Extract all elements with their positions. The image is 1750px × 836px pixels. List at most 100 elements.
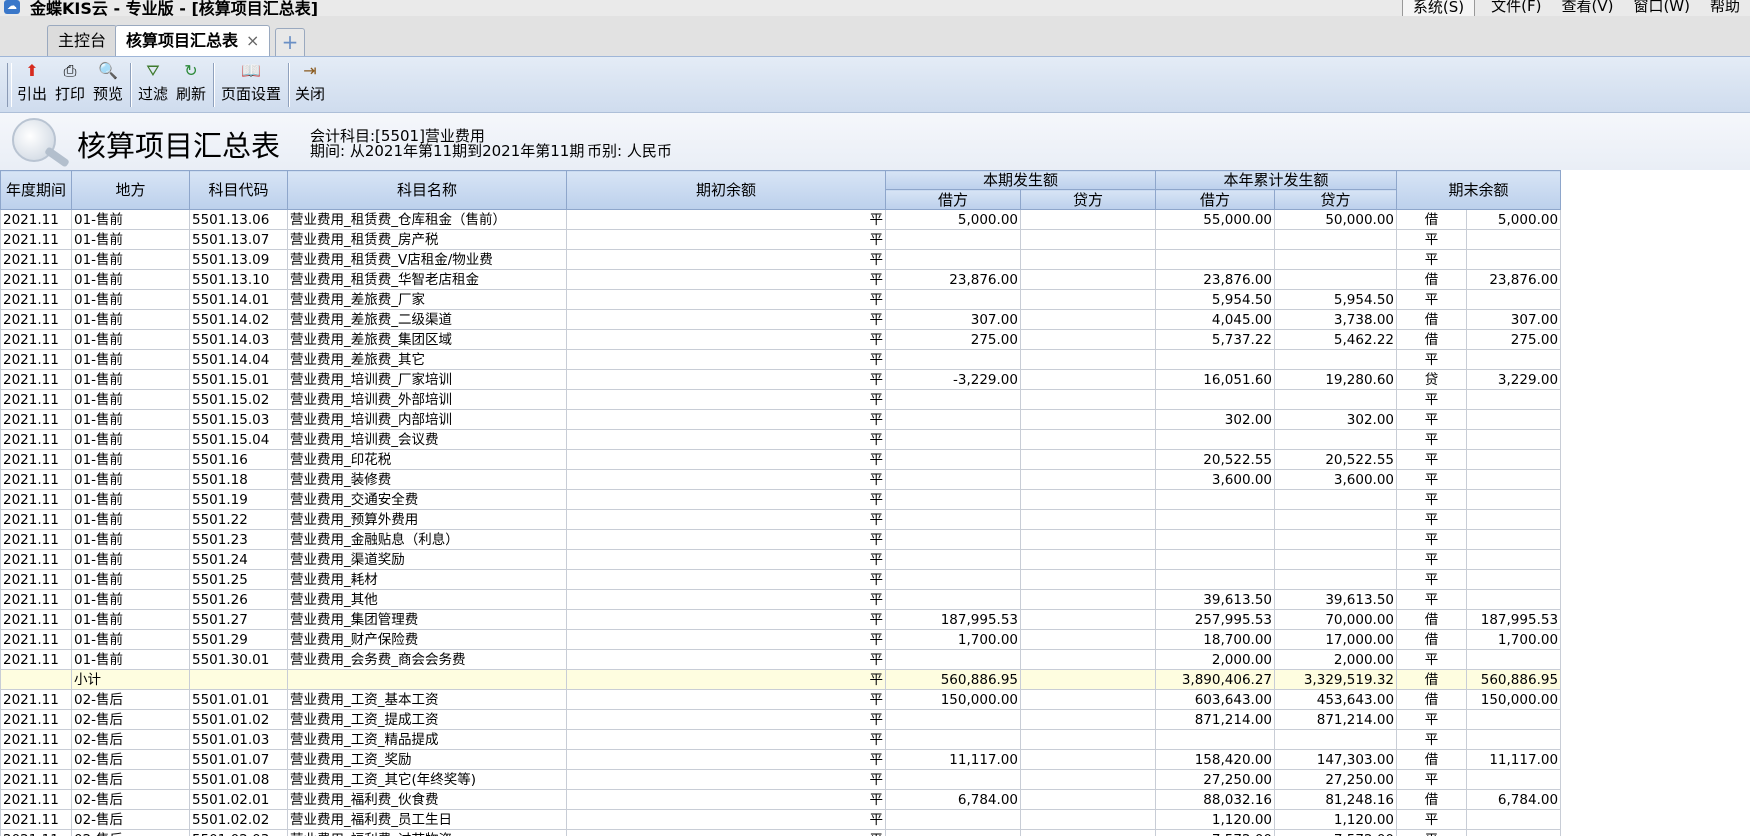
table-row[interactable]: 2021.11 02-售后 5501.01.08 营业费用_工资_其它(年终奖等) 平 2…: [0, 769, 1562, 790]
cell-ytd-debit: 20,522.55: [1155, 449, 1276, 470]
cell-current-debit: [885, 229, 1021, 250]
toolbar-grip[interactable]: [7, 63, 12, 107]
cell-closing-amount: 307.00: [1466, 309, 1562, 330]
menu-help[interactable]: 帮助: [1700, 0, 1750, 16]
table-row[interactable]: 2021.11 02-售后 5501.01.03 营业费用_工资_精品提成平平: [0, 729, 1562, 750]
cell-code: 5501.13.07: [189, 229, 288, 250]
close-button[interactable]: ⇥ 关闭: [292, 59, 328, 109]
cell-ytd-credit: [1274, 529, 1398, 550]
cell-closing-direction: 借: [1396, 689, 1468, 710]
cell-closing-amount: [1466, 469, 1562, 490]
refresh-icon: ↻: [184, 61, 198, 80]
cell-current-credit: [1019, 429, 1157, 450]
table-row[interactable]: 2021.11 01-售前 5501.15.04 营业费用_培训费_会议费平平: [0, 429, 1562, 450]
table-row[interactable]: 2021.11 01-售前 5501.23 营业费用_金融贴息（利息）平平: [0, 529, 1562, 550]
cell-current-credit: [1019, 329, 1157, 350]
menu-window[interactable]: 窗口(W): [1623, 0, 1700, 16]
subtotal-row[interactable]: 小计平 560,886.95 3,890,406.27 3,329,519.32 借 56…: [0, 669, 1562, 690]
preview-button[interactable]: 🔍 预览: [90, 59, 126, 109]
page-setup-button[interactable]: 📖 页面设置: [218, 59, 284, 109]
table-row[interactable]: 2021.11 01-售前 5501.14.02 营业费用_差旅费_二级渠道平 307.…: [0, 309, 1562, 330]
refresh-button[interactable]: ↻ 刷新: [173, 59, 209, 109]
col-header-ytd-debit[interactable]: 借方: [1155, 189, 1276, 210]
cell-opening-direction: 平: [566, 329, 886, 350]
table-row[interactable]: 2021.11 01-售前 5501.14.04 营业费用_差旅费_其它平平: [0, 349, 1562, 370]
cell-name: 营业费用_福利费_过节物资: [287, 829, 567, 836]
cell-code: 5501.27: [189, 609, 288, 630]
cell-current-debit: [885, 469, 1021, 490]
cell-closing-direction: 借: [1396, 609, 1468, 630]
col-header-code[interactable]: 科目代码: [189, 170, 288, 210]
table-row[interactable]: 2021.11 01-售前 5501.14.03 营业费用_差旅费_集团区域平 275.…: [0, 329, 1562, 350]
col-header-closing[interactable]: 期末余额: [1396, 170, 1562, 210]
col-header-opening[interactable]: 期初余额: [566, 170, 886, 210]
tab-summary-report[interactable]: 核算项目汇总表 ×: [115, 25, 271, 56]
cell-period: 2021.11: [0, 429, 72, 450]
table-row[interactable]: 2021.11 01-售前 5501.15.02 营业费用_培训费_外部培训平平: [0, 389, 1562, 410]
cell-period: 2021.11: [0, 389, 72, 410]
cell-closing-direction: 平: [1396, 549, 1468, 570]
table-row[interactable]: 2021.11 02-售后 5501.02.01 营业费用_福利费_伙食费平 6,784…: [0, 789, 1562, 810]
print-button[interactable]: ⎙ 打印: [52, 59, 88, 109]
col-header-period[interactable]: 年度期间: [0, 170, 72, 210]
cell-closing-amount: 5,000.00: [1466, 209, 1562, 230]
col-header-ytd-credit[interactable]: 贷方: [1274, 189, 1398, 210]
col-header-region[interactable]: 地方: [71, 170, 190, 210]
table-row[interactable]: 2021.11 01-售前 5501.18 营业费用_装修费平 3,600.00 3,60…: [0, 469, 1562, 490]
table-row[interactable]: 2021.11 02-售后 5501.01.01 营业费用_工资_基本工资平 150,0…: [0, 689, 1562, 710]
table-row[interactable]: 2021.11 02-售后 5501.02.02 营业费用_福利费_员工生日平 1,12…: [0, 809, 1562, 830]
table-row[interactable]: 2021.11 01-售前 5501.26 营业费用_其他平 39,613.50 39,6…: [0, 589, 1562, 610]
cell-closing-direction: 平: [1396, 709, 1468, 730]
col-header-name[interactable]: 科目名称: [287, 170, 567, 210]
report-grid[interactable]: 年度期间 地方 科目代码 科目名称 期初余额 本期发生额 本年累计发生额 期末余…: [0, 170, 1750, 836]
cell-current-debit: [885, 449, 1021, 470]
cell-name: 营业费用_差旅费_其它: [287, 349, 567, 370]
filter-button[interactable]: ⛛ 过滤: [135, 59, 171, 109]
table-row[interactable]: 2021.11 01-售前 5501.22 营业费用_预算外费用平平: [0, 509, 1562, 530]
table-row[interactable]: 2021.11 01-售前 5501.27 营业费用_集团管理费平 187,995.53…: [0, 609, 1562, 630]
table-row[interactable]: 2021.11 01-售前 5501.25 营业费用_耗材平平: [0, 569, 1562, 590]
table-row[interactable]: 2021.11 01-售前 5501.29 营业费用_财产保险费平 1,700.00 18…: [0, 629, 1562, 650]
table-row[interactable]: 2021.11 01-售前 5501.13.07 营业费用_租赁费_房产税平平: [0, 229, 1562, 250]
table-row[interactable]: 2021.11 01-售前 5501.30.01 营业费用_会务费_商会会务费平 2,0…: [0, 649, 1562, 670]
table-row[interactable]: 2021.11 02-售后 5501.01.02 营业费用_工资_提成工资平 871,2…: [0, 709, 1562, 730]
cell-current-debit: [885, 829, 1021, 836]
col-header-current-debit[interactable]: 借方: [885, 189, 1021, 210]
table-row[interactable]: 2021.11 01-售前 5501.15.01 营业费用_培训费_厂家培训平 -3,2…: [0, 369, 1562, 390]
cell-code: 5501.02.03: [189, 829, 288, 836]
table-row[interactable]: 2021.11 01-售前 5501.13.06 营业费用_租赁费_仓库租金（售前）平…: [0, 209, 1562, 230]
table-row[interactable]: 2021.11 01-售前 5501.19 营业费用_交通安全费平平: [0, 489, 1562, 510]
table-row[interactable]: 2021.11 01-售前 5501.13.10 营业费用_租赁费_华智老店租金平 23…: [0, 269, 1562, 290]
table-row[interactable]: 2021.11 01-售前 5501.15.03 营业费用_培训费_内部培训平 302.…: [0, 409, 1562, 430]
col-header-current[interactable]: 本期发生额: [884, 170, 1157, 190]
tab-main-console[interactable]: 主控台: [47, 25, 118, 56]
table-row[interactable]: 2021.11 01-售前 5501.13.09 营业费用_租赁费_V店租金/物业费平…: [0, 249, 1562, 270]
cell-opening-direction: 平: [566, 269, 886, 290]
table-body: 2021.11 01-售前 5501.13.06 营业费用_租赁费_仓库租金（售前）平…: [0, 209, 1562, 836]
cell-period: 2021.11: [0, 329, 72, 350]
table-row[interactable]: 2021.11 02-售后 5501.01.07 营业费用_工资_奖励平 11,117.…: [0, 749, 1562, 770]
export-button[interactable]: ⬆ 引出: [14, 59, 50, 109]
cell-period: 2021.11: [0, 529, 72, 550]
cell-ytd-credit: [1274, 349, 1398, 370]
cell-current-credit: [1019, 269, 1157, 290]
menu-view[interactable]: 查看(V): [1551, 0, 1623, 16]
table-row[interactable]: 2021.11 01-售前 5501.14.01 营业费用_差旅费_厂家平 5,954.…: [0, 289, 1562, 310]
cell-region: 01-售前: [71, 329, 190, 350]
cell-ytd-debit: 5,954.50: [1155, 289, 1276, 310]
table-row[interactable]: 2021.11 01-售前 5501.24 营业费用_渠道奖励平平: [0, 549, 1562, 570]
table-row[interactable]: 2021.1102-售后5501.02.03营业费用_福利费_过节物资平7,57…: [0, 829, 1562, 836]
menu-system[interactable]: 系统(S): [1401, 0, 1476, 16]
cell-code: 5501.19: [189, 489, 288, 510]
col-header-ytd[interactable]: 本年累计发生额: [1155, 170, 1398, 190]
cell-closing-amount: [1466, 709, 1562, 730]
col-header-current-credit[interactable]: 贷方: [1019, 189, 1157, 210]
cell-ytd-debit: 1,120.00: [1155, 809, 1276, 830]
cell-ytd-debit: 257,995.53: [1155, 609, 1276, 630]
cell-current-debit: [885, 249, 1021, 270]
close-tab-icon[interactable]: ×: [246, 31, 259, 50]
add-tab-icon[interactable]: +: [275, 28, 305, 56]
table-row[interactable]: 2021.11 01-售前 5501.16 营业费用_印花税平 20,522.55 20,…: [0, 449, 1562, 470]
cell-current-debit: 275.00: [885, 329, 1021, 350]
menu-file[interactable]: 文件(F): [1481, 0, 1551, 16]
